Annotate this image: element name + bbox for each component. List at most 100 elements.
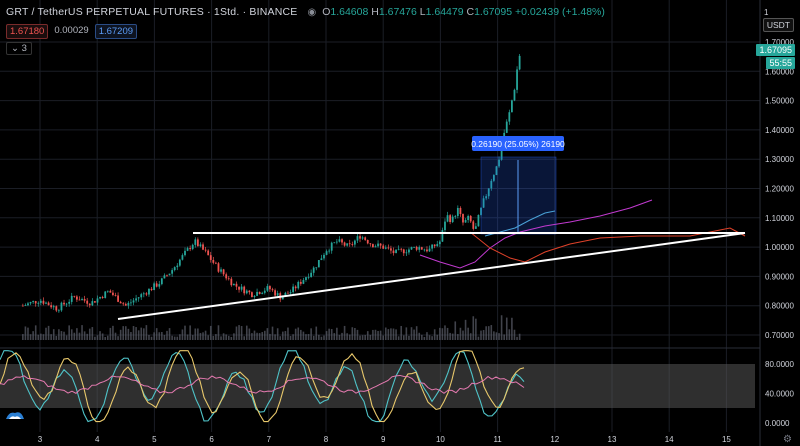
price-tick-label: 1.00000: [765, 243, 794, 252]
candle-body: [209, 255, 212, 260]
volume-bar: [114, 332, 117, 340]
candle-body: [243, 286, 246, 294]
volume-bar: [127, 328, 130, 340]
candle-body: [73, 295, 76, 297]
symbol-title[interactable]: GRT / TetherUS PERPETUAL FUTURES · 1Std.…: [6, 6, 297, 18]
volume-bar: [60, 331, 63, 340]
volume-bar: [284, 331, 287, 340]
candle-body: [377, 243, 379, 247]
volume-bar: [472, 316, 475, 340]
candle-body: [233, 283, 235, 286]
volume-bar: [153, 332, 155, 340]
volume-bar: [454, 321, 457, 340]
candle-body: [387, 247, 390, 249]
volume-bar: [408, 335, 410, 340]
volume-bar: [356, 329, 359, 340]
ask-price[interactable]: 1.67209: [94, 24, 138, 39]
volume-bar: [145, 325, 148, 340]
volume-bar: [464, 319, 467, 340]
volume-bar: [421, 334, 423, 340]
candle-body: [261, 292, 264, 294]
candle-body: [333, 242, 336, 244]
volume-bar: [68, 325, 70, 340]
time-tick-label: 3: [38, 435, 43, 444]
volume-bar: [366, 331, 369, 340]
volume-bar: [336, 327, 338, 340]
volume-bar: [475, 318, 477, 340]
candle-body: [112, 292, 114, 296]
candle-body: [24, 305, 27, 306]
volume-bar: [500, 315, 503, 340]
candle-body: [55, 306, 58, 311]
volume-bar: [328, 328, 330, 340]
price-tick-label: 1.10000: [765, 214, 794, 223]
candle-body: [413, 246, 415, 248]
volume-bar: [150, 336, 153, 340]
volume-bar: [117, 336, 119, 340]
candle-body: [106, 290, 109, 292]
volume-bar: [88, 328, 91, 340]
bid-price[interactable]: 1.67180: [6, 24, 49, 39]
candle-body: [343, 242, 346, 246]
price-axis[interactable]: 1.700001.600001.500001.400001.300001.200…: [765, 38, 794, 340]
gear-icon[interactable]: ⚙: [783, 434, 792, 445]
time-tick-label: 9: [381, 435, 386, 444]
volume-bar: [158, 332, 161, 340]
indicators-collapse-button[interactable]: ⌄ 3: [6, 42, 32, 55]
candle-body: [63, 302, 65, 305]
candle-body: [289, 292, 292, 294]
volume-bar: [230, 336, 233, 340]
candle-body: [449, 215, 452, 223]
volume-bar: [302, 331, 305, 340]
candle-body: [402, 249, 405, 254]
candle-body: [325, 251, 328, 255]
candle-body: [220, 269, 222, 272]
candle-body: [166, 275, 168, 277]
price-tick-label: 0.70000: [765, 331, 794, 340]
candle-body: [431, 244, 434, 249]
volume-bar: [426, 332, 428, 340]
volume-bar: [351, 327, 354, 340]
volume-bar: [253, 330, 256, 340]
oscillator-axis[interactable]: 80.0000 40.0000 0.0000: [765, 360, 794, 428]
candle-body: [384, 247, 387, 249]
candle-body: [464, 219, 467, 223]
volume-bar: [155, 328, 158, 340]
volume-bar: [50, 334, 52, 340]
volume-bar: [387, 329, 390, 340]
candle-body: [356, 236, 359, 241]
price-tick-label: 0.80000: [765, 302, 794, 311]
time-tick-label: 12: [550, 435, 559, 444]
candle-body: [330, 242, 333, 251]
volume-bar: [78, 332, 81, 340]
time-axis[interactable]: 3 4 5 6 7 8 9 10 11 12 13 14 15: [38, 435, 732, 444]
candle-body: [158, 284, 161, 287]
candle-body: [42, 300, 45, 304]
volume-bar: [161, 331, 163, 340]
candle-body: [168, 273, 171, 276]
volume-bar: [217, 325, 220, 340]
candle-body: [202, 244, 204, 250]
time-tick-label: 13: [608, 435, 617, 444]
volume-bar: [410, 327, 413, 340]
volume-bar: [449, 332, 451, 340]
volume-bar: [480, 330, 482, 340]
eye-icon[interactable]: ◉: [307, 7, 316, 18]
candle-body: [462, 214, 464, 223]
volume-bar: [428, 335, 431, 340]
chart-canvas[interactable]: 0.26190 (25.05%) 26190 1.700001.600001.5…: [0, 0, 800, 446]
volume-bar: [513, 329, 516, 340]
price-tick-label: 1.40000: [765, 126, 794, 135]
candle-body: [57, 310, 60, 312]
volume-bar: [258, 333, 261, 340]
tradingview-logo-icon[interactable]: [4, 407, 26, 425]
candle-body: [88, 303, 91, 306]
currency-label[interactable]: USDT: [762, 18, 794, 32]
candle-body: [81, 298, 83, 301]
candle-body: [122, 303, 125, 305]
candle-body: [91, 301, 94, 306]
volume-bar: [83, 331, 86, 340]
candle-body: [364, 237, 367, 241]
volume-bar: [135, 327, 137, 340]
volume-bar: [261, 332, 264, 340]
